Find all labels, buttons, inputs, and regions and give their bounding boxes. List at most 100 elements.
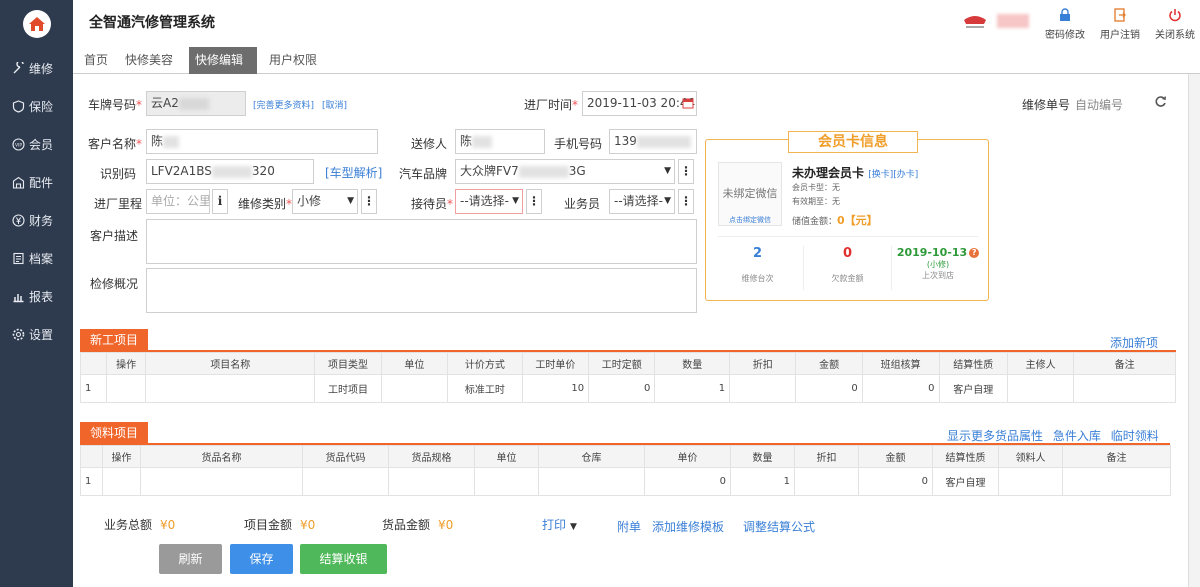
table-cell[interactable]: 1 xyxy=(80,374,107,403)
total-amount-value: ¥0 xyxy=(160,518,176,532)
table-cell[interactable]: 10 xyxy=(521,374,590,403)
table-cell[interactable]: 0 xyxy=(858,467,933,496)
table-cell[interactable] xyxy=(474,467,539,496)
column-header: 货品规格 xyxy=(388,445,475,468)
change-password-button[interactable]: 密码修改 xyxy=(1040,4,1090,41)
logout-button[interactable]: 用户注销 xyxy=(1095,4,1145,41)
salesman-more-button[interactable]: ⋮ xyxy=(678,189,694,214)
table-cell[interactable]: 0 xyxy=(795,374,863,403)
table-cell[interactable] xyxy=(1006,374,1075,403)
table-cell[interactable] xyxy=(102,467,141,496)
table-cell[interactable]: 标准工时 xyxy=(447,374,523,403)
show-more-attributes-link[interactable]: 显示更多货品属性 xyxy=(947,429,1043,443)
receptionist-select[interactable]: --请选择- ▼ xyxy=(455,189,523,214)
sidebar-item-repair[interactable]: 维修 xyxy=(0,56,73,80)
apply-card-link[interactable]: [办卡] xyxy=(893,170,918,180)
sidebar-item-insurance[interactable]: 保险 xyxy=(0,94,73,118)
vin-parse-link[interactable]: [车型解析] xyxy=(325,164,382,181)
customer-input[interactable]: 陈 xyxy=(146,129,378,154)
mileage-input[interactable]: 单位：公里 xyxy=(146,189,210,214)
add-labor-link[interactable]: 添加新项 xyxy=(1110,334,1158,351)
table-cell[interactable] xyxy=(140,467,303,496)
phone-input[interactable]: 139 xyxy=(609,129,697,154)
adjust-formula-link[interactable]: 调整结算公式 xyxy=(743,518,815,535)
home-icon[interactable] xyxy=(23,10,51,38)
table-cell[interactable]: 工时项目 xyxy=(314,374,382,403)
column-header: 数量 xyxy=(730,445,795,468)
calendar-icon[interactable] xyxy=(682,97,694,109)
table-cell[interactable] xyxy=(538,467,645,496)
table-cell[interactable] xyxy=(794,467,859,496)
table-cell[interactable] xyxy=(1073,374,1176,403)
vin-label: 识别码 xyxy=(99,167,136,181)
urgent-stock-in-link[interactable]: 急件入库 xyxy=(1053,429,1101,443)
cancel-link[interactable]: [取消] xyxy=(322,98,347,111)
table-cell[interactable]: 客户自理 xyxy=(932,467,999,496)
table-row[interactable]: 1 工时项目 标准工时 10 0 1 0 0 客户自理 xyxy=(80,374,1176,403)
table-cell[interactable] xyxy=(388,467,475,496)
table-cell[interactable]: 0 xyxy=(861,374,940,403)
table-cell[interactable] xyxy=(380,374,449,403)
inspection-textarea[interactable] xyxy=(146,268,697,313)
sidebar-item-parts[interactable]: 配件 xyxy=(0,170,73,194)
tab-quick-repair-edit[interactable]: 快修编辑× xyxy=(189,47,257,94)
repair-type-select[interactable]: 小修 ▼ xyxy=(292,189,358,214)
repair-type-more-button[interactable]: ⋮ xyxy=(361,189,377,214)
salesman-select[interactable]: --请选择- ▼ xyxy=(609,189,675,214)
labor-section-tag[interactable]: 新工项目 xyxy=(80,329,149,351)
help-icon[interactable]: ? xyxy=(969,248,980,258)
wechat-bind-link[interactable]: 点击绑定微信 xyxy=(719,215,781,225)
tab-home[interactable]: 首页 xyxy=(78,47,114,74)
temporary-picking-link[interactable]: 临时领料 xyxy=(1111,429,1159,443)
attachment-link[interactable]: 附单 xyxy=(617,518,641,535)
company-name-blurred xyxy=(997,14,1029,28)
table-cell[interactable] xyxy=(302,467,389,496)
tab-user-permissions[interactable]: 用户权限 xyxy=(263,47,323,74)
parts-amount-value: ¥0 xyxy=(438,518,454,532)
entry-time-input[interactable]: 2019-11-03 20:44: xyxy=(582,91,697,116)
sidebar-item-finance[interactable]: 财务 xyxy=(0,208,73,232)
table-cell[interactable] xyxy=(998,467,1063,496)
table-cell[interactable]: 0 xyxy=(588,374,656,403)
tab-quick-repair-beauty[interactable]: 快修美容 xyxy=(119,47,179,74)
table-cell[interactable]: 1 xyxy=(80,467,103,496)
brand-more-button[interactable]: ⋮ xyxy=(678,159,694,184)
sidebar-item-label: 设置 xyxy=(29,327,54,342)
table-cell[interactable]: 客户自理 xyxy=(938,374,1008,403)
add-template-link[interactable]: 添加维修模板 xyxy=(652,518,724,535)
wechat-bind-box[interactable]: 未绑定微信 点击绑定微信 xyxy=(718,162,782,226)
settle-button[interactable]: 结算收银 xyxy=(300,544,387,574)
table-cell[interactable]: 1 xyxy=(730,467,795,496)
column-header: 数量 xyxy=(654,352,731,375)
plate-input[interactable]: 云A2 xyxy=(146,91,246,116)
parts-section-tag[interactable]: 领料项目 xyxy=(80,422,149,444)
lock-icon xyxy=(1060,8,1070,21)
receptionist-more-button[interactable]: ⋮ xyxy=(526,189,542,214)
vertical-scrollbar[interactable] xyxy=(1188,74,1200,587)
sidebar-item-archive[interactable]: 档案 xyxy=(0,246,73,270)
table-cell[interactable] xyxy=(105,374,147,403)
customer-desc-textarea[interactable] xyxy=(146,219,697,264)
change-card-link[interactable]: [换卡] xyxy=(868,170,893,180)
table-cell[interactable] xyxy=(145,374,316,403)
refresh-button[interactable]: 刷新 xyxy=(159,544,222,574)
table-cell[interactable]: 1 xyxy=(654,374,731,403)
stat-repair-count: 2 维修台次 xyxy=(712,246,804,290)
save-button[interactable]: 保存 xyxy=(230,544,293,574)
table-row[interactable]: 1 0 1 0 客户自理 xyxy=(80,467,1171,496)
complete-info-link[interactable]: [完善更多资料] xyxy=(253,98,314,111)
brand-select[interactable]: 大众牌FV7 3G ▼ xyxy=(455,159,675,184)
sidebar-item-member[interactable]: VIP 会员 xyxy=(0,132,73,156)
sidebar-item-settings[interactable]: 设置 xyxy=(0,322,73,346)
mileage-info-button[interactable]: i xyxy=(212,189,228,214)
close-system-button[interactable]: 关闭系统 xyxy=(1150,4,1200,41)
print-dropdown[interactable]: 打印 ▼ xyxy=(542,516,577,533)
sender-input[interactable]: 陈 xyxy=(455,129,545,154)
vin-input[interactable]: LFV2A1BS 320 xyxy=(146,159,314,184)
sidebar-item-report[interactable]: 报表 xyxy=(0,284,73,308)
table-cell[interactable]: 0 xyxy=(644,467,731,496)
table-cell[interactable] xyxy=(1062,467,1171,496)
table-cell[interactable] xyxy=(729,374,797,403)
column-header: 金额 xyxy=(795,352,863,375)
refresh-icon[interactable] xyxy=(1154,95,1167,108)
